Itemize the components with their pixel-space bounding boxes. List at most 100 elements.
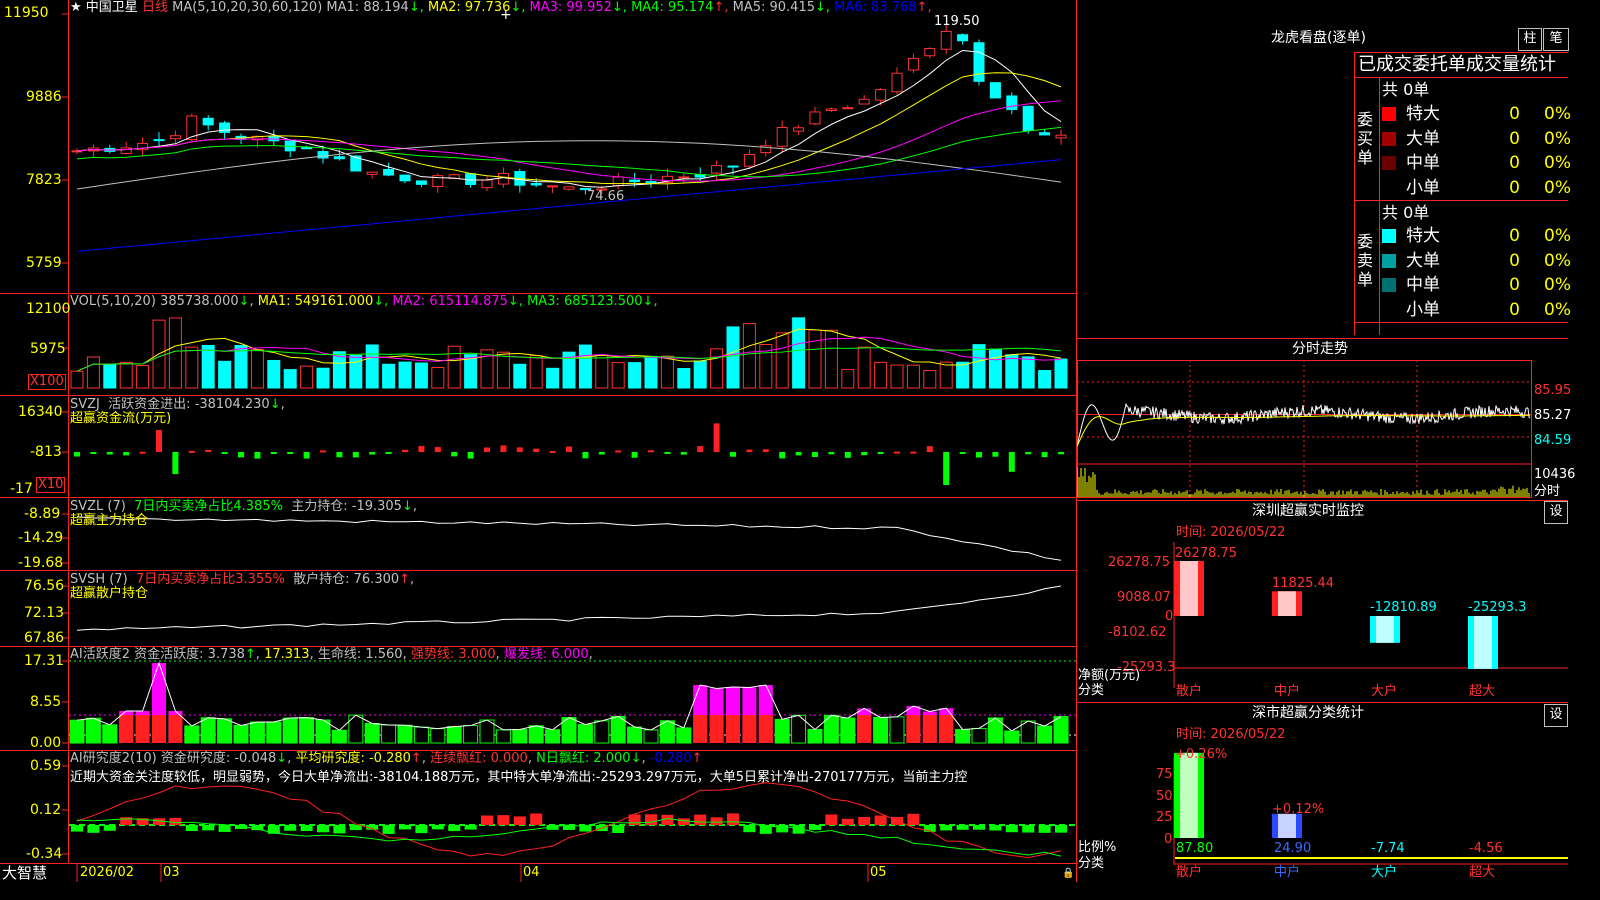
candle bbox=[973, 42, 985, 82]
stock-name: 中国卫星 bbox=[85, 0, 138, 15]
date-label: 2026/02 bbox=[80, 865, 135, 880]
stats-value: 24.90 bbox=[1274, 841, 1312, 856]
fund-flow-bar bbox=[549, 451, 556, 454]
intraday-chart[interactable] bbox=[1077, 360, 1568, 500]
stats-y-tick: 0 bbox=[1164, 832, 1173, 847]
mon-category: 中户 bbox=[1274, 684, 1301, 699]
stats-value: 87.80 bbox=[1176, 841, 1214, 856]
activity-bar bbox=[857, 715, 872, 743]
ai1-legend: AI活跃度2 资金活跃度: 3.738↑, 17.313, 生命线: 1.560… bbox=[70, 647, 593, 662]
volume-bar bbox=[972, 344, 986, 389]
research-bar bbox=[530, 813, 543, 825]
order-count: 0 bbox=[1509, 128, 1520, 149]
volume-bar bbox=[513, 363, 527, 389]
volume-bar bbox=[267, 359, 281, 389]
fund-flow-bar bbox=[746, 449, 753, 452]
activity-bar bbox=[119, 715, 134, 743]
candle bbox=[301, 147, 313, 150]
mon-x-unit: 分类 bbox=[1078, 683, 1105, 698]
period-label[interactable]: 日线 bbox=[142, 0, 168, 15]
stats-settings-button[interactable]: 设 bbox=[1544, 704, 1568, 727]
ma6-line bbox=[76, 159, 1062, 252]
candle bbox=[743, 154, 755, 167]
order-color-swatch bbox=[1382, 156, 1396, 170]
candle bbox=[1022, 105, 1034, 131]
activity-bar bbox=[299, 717, 315, 744]
favorite-star-icon[interactable]: ★ bbox=[70, 0, 82, 15]
date-label: 03 bbox=[163, 865, 180, 880]
activity-bar bbox=[594, 720, 610, 744]
activity-bar bbox=[971, 727, 987, 744]
fund-flow-bar bbox=[959, 452, 966, 454]
mon-category: 散户 bbox=[1176, 684, 1203, 699]
order-type-label: 中单 bbox=[1406, 153, 1440, 173]
fs-vol-unit: 分时 bbox=[1534, 484, 1561, 499]
fund-flow-bar bbox=[992, 452, 999, 457]
research-bar bbox=[333, 825, 346, 834]
volume-bar bbox=[496, 351, 510, 389]
candle bbox=[530, 182, 542, 186]
monitor-bar-shine bbox=[1474, 616, 1492, 669]
fund-flow-bar bbox=[713, 423, 720, 452]
order-count: 0 bbox=[1509, 299, 1520, 320]
candle bbox=[415, 180, 427, 185]
volume-bar bbox=[349, 355, 363, 389]
volume-bar bbox=[316, 367, 330, 389]
stats-category: 超大 bbox=[1469, 865, 1496, 880]
lock-icon[interactable]: 🔒 bbox=[1062, 866, 1074, 881]
chart-canvas[interactable] bbox=[0, 0, 1078, 882]
order-pct: 0% bbox=[1544, 299, 1571, 320]
stats-title: 深市超赢分类统计 bbox=[1252, 705, 1364, 721]
volume-bar bbox=[988, 348, 1002, 389]
order-count: 0 bbox=[1509, 275, 1520, 295]
y-tick: -19.68 bbox=[18, 555, 64, 571]
activity-bar bbox=[233, 724, 249, 744]
research-bar bbox=[202, 825, 215, 831]
volume-bar bbox=[1005, 354, 1019, 389]
mon-y-tick: 26278.75 bbox=[1108, 555, 1171, 570]
vol-ma-item: MA3: 685123.500 bbox=[522, 294, 643, 309]
research-bar bbox=[185, 825, 198, 831]
volume-bar bbox=[726, 326, 740, 389]
research-bar bbox=[481, 815, 493, 825]
fund-flow-bar bbox=[877, 452, 884, 454]
activity-bar bbox=[397, 724, 413, 744]
fund-flow-bar bbox=[188, 450, 195, 453]
fund-flow-bar bbox=[844, 452, 851, 458]
fund-flow-bar bbox=[484, 447, 490, 452]
candle bbox=[1055, 134, 1067, 139]
order-count: 0 bbox=[1509, 177, 1520, 198]
order-count: 0 bbox=[1509, 104, 1520, 124]
volume-bar bbox=[398, 361, 412, 389]
volume-bar bbox=[677, 368, 691, 389]
activity-bar bbox=[659, 720, 675, 744]
svzl-name: 超赢主力持仓 bbox=[70, 513, 149, 528]
activity-bar bbox=[69, 719, 85, 744]
analysis-note: 近期大资金关注度较低，明显弱势，今日大单净流出:-38104.188万元，其中特… bbox=[70, 770, 968, 785]
volume-bar bbox=[546, 367, 560, 389]
candle bbox=[1039, 132, 1051, 136]
research-bar bbox=[284, 825, 297, 831]
activity-bar bbox=[1004, 730, 1020, 744]
activity-bar bbox=[282, 717, 298, 744]
activity-bar bbox=[266, 721, 282, 744]
y-tick: -0.34 bbox=[26, 846, 63, 862]
candle bbox=[924, 48, 936, 57]
svzl-legend: SVZL (7) 7日内买卖净占比4.385% 主力持仓: -19.305↓, bbox=[70, 499, 417, 514]
volume-bar bbox=[300, 365, 314, 389]
candle bbox=[1006, 95, 1018, 111]
stats-value: -7.74 bbox=[1371, 841, 1405, 856]
order-pct: 0% bbox=[1544, 153, 1571, 173]
research-bar bbox=[809, 825, 821, 830]
volume-bar bbox=[365, 344, 379, 389]
research-bar bbox=[1055, 825, 1067, 833]
research-bar bbox=[694, 814, 707, 825]
fund-flow-bar bbox=[664, 452, 671, 454]
fund-flow-bar bbox=[270, 452, 277, 454]
fund-flow-bar bbox=[648, 450, 654, 453]
research-bar bbox=[710, 817, 723, 825]
candle bbox=[793, 127, 805, 132]
candle bbox=[891, 72, 903, 93]
fund-flow-bar bbox=[943, 452, 950, 485]
buy-total: 共 0单 bbox=[1382, 80, 1430, 99]
